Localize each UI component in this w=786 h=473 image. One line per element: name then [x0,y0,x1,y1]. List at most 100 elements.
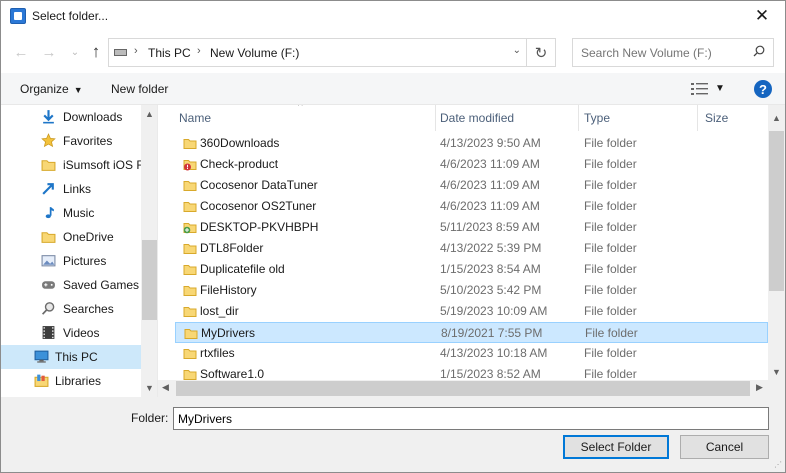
view-dropdown-icon[interactable]: ▼ [715,83,725,94]
file-scroll-thumb[interactable] [769,131,784,291]
column-size[interactable]: Size [705,111,728,125]
file-date-modified: 4/13/2023 9:50 AM [440,136,541,150]
column-type[interactable]: Type [584,111,610,125]
window-title: Select folder... [32,9,109,23]
nav-item-label: Pictures [63,254,107,268]
scroll-up-icon[interactable]: ▲ [768,113,785,123]
folder-icon [41,160,56,171]
address-bar[interactable]: › This PC › New Volume (F:) ⌄ ↻ [108,38,556,67]
breadcrumb-new-volume[interactable]: New Volume (F:) [210,46,299,60]
scroll-right-icon[interactable]: ▶ [756,382,763,393]
file-row[interactable]: 360Downloads 4/13/2023 9:50 AM File folder [175,133,768,154]
file-vertical-scrollbar[interactable]: ▲ ▼ [768,105,785,380]
file-name: Cocosenor DataTuner [200,178,318,192]
folder-name-input[interactable] [173,407,769,430]
nav-scrollbar[interactable]: ▲ ▼ [141,105,157,397]
file-row[interactable]: rtxfiles 4/13/2023 10:18 AM File folder [175,343,768,364]
command-bar: Organize ▼ New folder ▼ ? [1,73,785,105]
scroll-down-icon[interactable]: ▼ [141,383,157,393]
file-row[interactable]: Duplicatefile old 1/15/2023 8:54 AM File f… [175,259,768,280]
nav-item-videos[interactable]: Videos [1,321,141,345]
close-button[interactable]: ✕ [739,1,785,31]
file-hscroll-thumb[interactable] [176,381,750,396]
file-date-modified: 5/11/2023 8:59 AM [440,220,540,234]
file-type: File folder [584,178,637,192]
file-row[interactable]: MyDrivers 8/19/2021 7:55 PM File folder [175,322,768,343]
folder-icon [183,244,197,254]
file-date-modified: 1/15/2023 8:52 AM [440,367,541,381]
navigation-pane: Downloads Favorites iSumsoft iOS R Links Mus… [1,105,158,397]
file-date-modified: 4/6/2023 11:09 AM [440,199,540,213]
nav-item-onedrive[interactable]: OneDrive [1,225,141,249]
folder-warning-icon [183,160,197,171]
file-horizontal-scrollbar[interactable]: ◀ ▶ [158,380,768,397]
file-date-modified: 1/15/2023 8:54 AM [440,262,541,276]
back-button[interactable]: ← [10,41,32,63]
select-folder-button[interactable]: Select Folder [563,435,669,459]
scroll-down-icon[interactable]: ▼ [768,367,785,377]
scroll-up-icon[interactable]: ▲ [141,109,157,119]
nav-item-pictures[interactable]: Pictures [1,249,141,273]
file-type: File folder [584,283,637,297]
file-type: File folder [584,262,637,276]
chevron-down-icon: ⌄ [70,46,80,58]
file-row[interactable]: FileHistory 5/10/2023 5:42 PM File folder [175,280,768,301]
link-icon [42,183,54,195]
column-divider[interactable] [697,105,698,131]
column-date-modified[interactable]: Date modified [440,111,514,125]
nav-item-this-pc[interactable]: This PC [1,345,141,369]
search-input[interactable] [573,39,743,66]
nav-item-favorites[interactable]: Favorites [1,129,141,153]
view-details-icon[interactable] [691,83,709,95]
nav-item-saved-games[interactable]: Saved Games [1,273,141,297]
file-date-modified: 5/10/2023 5:42 PM [440,283,542,297]
file-type: File folder [584,220,637,234]
recent-locations-button[interactable]: ⌄ [64,41,86,63]
nav-item-label: Links [63,182,92,196]
file-row[interactable]: Cocosenor DataTuner 4/6/2023 11:09 AM File… [175,175,768,196]
column-name[interactable]: Name [179,111,211,125]
search-icon[interactable] [753,45,765,57]
file-row[interactable]: Cocosenor OS2Tuner 4/6/2023 11:09 AM File … [175,196,768,217]
arrow-up-icon: ↑ [91,42,101,61]
file-row[interactable]: lost_dir 5/19/2023 10:09 AM File folder [175,301,768,322]
nav-item-music[interactable]: Music [1,201,141,225]
scroll-left-icon[interactable]: ◀ [162,382,169,393]
cancel-button[interactable]: Cancel [680,435,769,459]
nav-item-label: Music [63,206,95,220]
column-divider[interactable] [435,105,436,131]
nav-item-label: iSumsoft iOS R [63,158,146,172]
file-row[interactable]: Check-product 4/6/2023 11:09 AM File folde… [175,154,768,175]
new-folder-button[interactable]: New folder [111,82,168,96]
column-divider[interactable] [578,105,579,131]
file-name: 360Downloads [200,136,280,150]
nav-item-label: Libraries [55,374,102,388]
organize-button[interactable]: Organize ▼ [20,82,83,96]
search-box[interactable] [572,38,774,67]
forward-button[interactable]: → [38,41,60,63]
up-button[interactable]: ↑ [85,41,107,63]
folder-icon [183,202,197,212]
file-date-modified: 4/6/2023 11:09 AM [440,157,540,171]
nav-item-label: OneDrive [63,230,114,244]
nav-item-label: Searches [63,302,114,316]
nav-scroll-thumb[interactable] [142,240,157,320]
breadcrumb-this-pc[interactable]: This PC [148,46,191,60]
file-name: rtxfiles [200,346,235,360]
refresh-button[interactable]: ↻ [526,39,555,66]
column-headers: ^ Name Date modified Type Size [158,105,768,131]
resize-grip-icon[interactable]: ⋰ [774,460,782,469]
file-row[interactable]: DTL8Folder 4/13/2022 5:39 PM File folder [175,238,768,259]
nav-item-links[interactable]: Links [1,177,141,201]
help-icon[interactable]: ? [754,80,772,98]
folder-icon [184,329,198,339]
nav-item-libraries[interactable]: Libraries [1,369,141,393]
file-row[interactable]: DESKTOP-PKVHBPH 5/11/2023 8:59 AM File fol… [175,217,768,238]
downloads-icon [43,110,54,124]
nav-item-isumsoft-ios-r[interactable]: iSumsoft iOS R [1,153,145,177]
nav-item-downloads[interactable]: Downloads [1,105,141,129]
scroll-corner [768,380,785,397]
address-dropdown-icon[interactable]: ⌄ [513,45,521,56]
nav-item-searches[interactable]: Searches [1,297,141,321]
folder-icon [183,370,197,380]
